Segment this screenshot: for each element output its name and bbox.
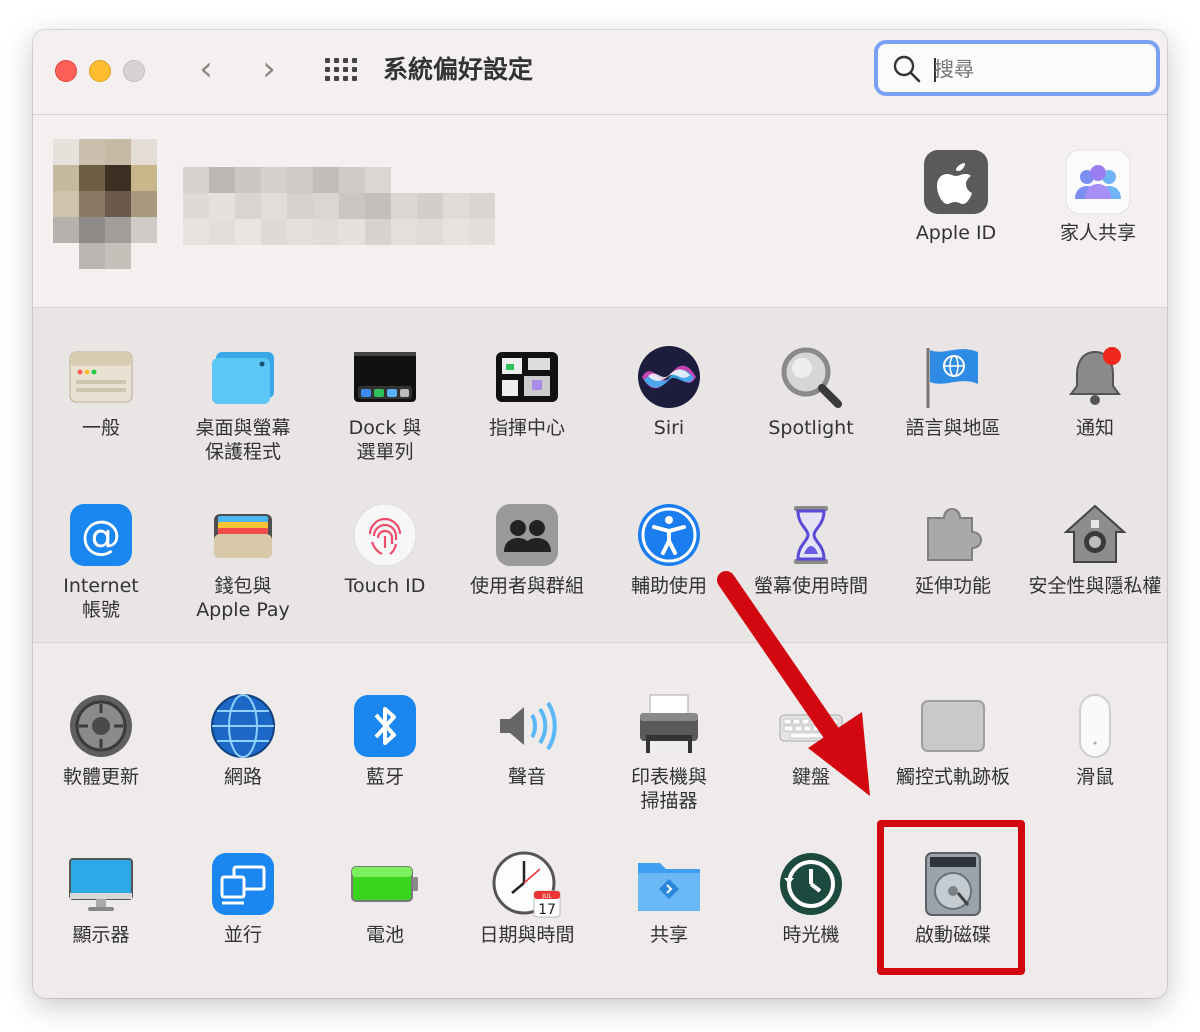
- startup-disk-highlight-box: [877, 820, 1025, 975]
